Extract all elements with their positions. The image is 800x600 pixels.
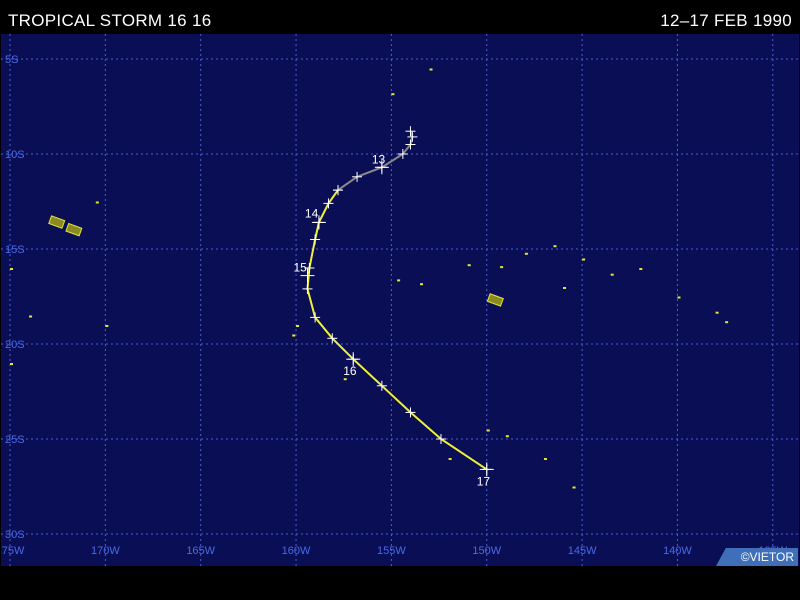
day-label: 16	[343, 364, 357, 378]
atoll	[677, 296, 681, 299]
day-label: 14	[305, 206, 319, 220]
day-label: 15	[293, 261, 307, 275]
day-label: 13	[372, 152, 386, 166]
atoll	[420, 283, 424, 286]
atoll	[543, 458, 547, 460]
atoll	[639, 268, 643, 270]
atoll	[500, 266, 504, 269]
lon-label: 150W	[472, 545, 501, 557]
atoll	[397, 279, 401, 282]
atoll	[572, 486, 576, 489]
atoll	[105, 325, 109, 327]
lat-label: 25S	[5, 434, 25, 446]
land-features	[10, 68, 729, 489]
credit-badge: ©VIETOR	[716, 548, 798, 566]
atoll	[296, 325, 300, 327]
day-label: 17	[477, 474, 491, 488]
atoll	[486, 429, 490, 432]
lon-label: 145W	[568, 545, 597, 557]
map-canvas: 5S 10S 15S 20S 25S 30S 175W 170W 165W 160W 155W 150…	[1, 34, 799, 566]
atoll	[553, 245, 557, 248]
island	[486, 293, 504, 307]
track-main-segment	[306, 189, 488, 471]
lon-label: 165W	[186, 545, 215, 557]
lon-label: 160W	[282, 545, 311, 557]
atoll	[524, 252, 528, 255]
atoll	[467, 264, 471, 267]
atoll	[715, 311, 719, 314]
atoll	[725, 321, 729, 324]
lon-label: 175W	[1, 545, 25, 557]
lat-label: 30S	[5, 529, 25, 541]
atoll	[582, 258, 586, 261]
atoll	[429, 68, 433, 71]
lat-label: 10S	[5, 149, 25, 161]
storm-track	[300, 126, 494, 477]
lon-label: 170W	[91, 545, 120, 557]
title-bar: TROPICAL STORM 16 16 12–17 FEB 1990	[0, 0, 800, 33]
footer-bar	[0, 566, 800, 600]
lat-label: 20S	[5, 339, 25, 351]
atoll	[95, 201, 99, 204]
lat-lon-grid	[1, 34, 799, 566]
island	[48, 215, 66, 229]
atoll	[505, 435, 509, 438]
storm-title: TROPICAL STORM 16 16	[8, 11, 212, 30]
atoll	[343, 378, 347, 381]
lat-label: 5S	[5, 54, 18, 66]
atoll	[610, 273, 614, 276]
atoll	[292, 334, 296, 337]
island	[65, 222, 83, 237]
atoll	[563, 287, 567, 289]
atoll	[391, 93, 395, 96]
lon-label: 140W	[663, 545, 692, 557]
atoll	[29, 315, 33, 318]
track-map: 5S 10S 15S 20S 25S 30S 175W 170W 165W 160W 155W 150…	[1, 34, 799, 566]
storm-dates: 12–17 FEB 1990	[660, 11, 792, 30]
lat-label: 15S	[5, 244, 25, 256]
atoll	[448, 458, 452, 460]
atoll	[10, 268, 13, 270]
atoll	[10, 363, 13, 365]
lon-label: 155W	[377, 545, 406, 557]
axis-labels: 5S 10S 15S 20S 25S 30S 175W 170W 165W 160W 155W 150…	[1, 54, 788, 557]
